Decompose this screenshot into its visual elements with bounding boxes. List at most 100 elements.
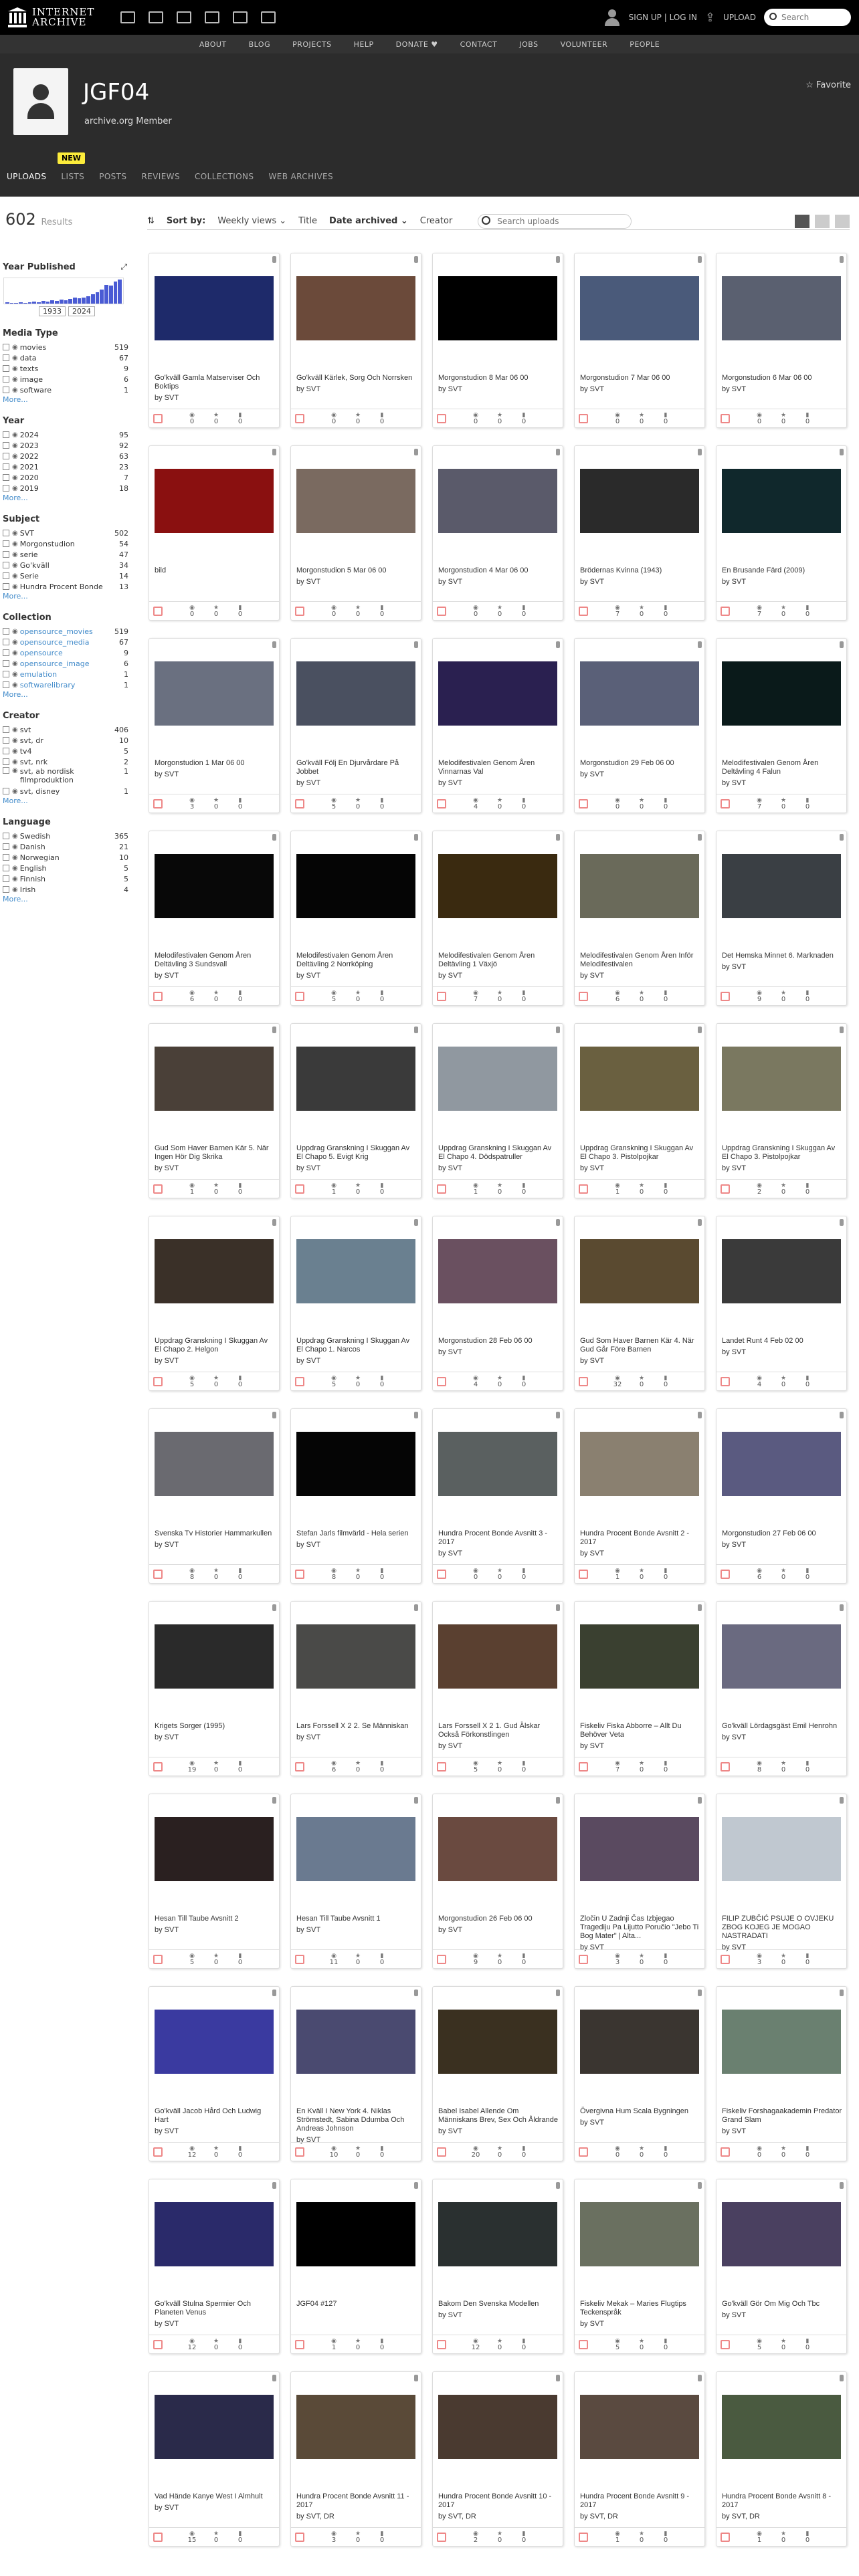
- item-tile[interactable]: Morgonstudion 6 Mar 06 00 by SVT ◉ 0 ★ 0 ▮ 0: [716, 253, 847, 428]
- internet-archive-logo[interactable]: INTERNET ARCHIVE: [8, 7, 108, 27]
- item-thumbnail[interactable]: [722, 1817, 841, 1881]
- item-thumbnail[interactable]: [296, 1047, 415, 1111]
- item-title[interactable]: Melodifestivalen Genom Åren Inför Melodi…: [580, 952, 700, 969]
- video-icon[interactable]: [177, 11, 191, 23]
- item-title[interactable]: Melodifestivalen Genom Åren Vinnarnas Va…: [438, 759, 559, 776]
- favorite-button[interactable]: ☆ Favorite: [805, 80, 851, 90]
- item-thumbnail[interactable]: [438, 1817, 557, 1881]
- facet-row[interactable]: ◉ 2021 23: [0, 461, 134, 472]
- item-thumbnail[interactable]: [722, 854, 841, 918]
- facet-row[interactable]: ◉ serie 47: [0, 549, 134, 560]
- item-tile[interactable]: Morgonstudion 5 Mar 06 00 by SVT ◉ 0 ★ 0 ▮ 0: [290, 445, 421, 621]
- facet-label[interactable]: tv4: [20, 747, 107, 756]
- item-tile[interactable]: Uppdrag Granskning I Skuggan Av El Chapo…: [290, 1023, 421, 1198]
- facet-label[interactable]: Morgonstudion: [20, 540, 107, 548]
- item-title[interactable]: Brödernas Kvinna (1943): [580, 566, 700, 575]
- item-thumbnail[interactable]: [722, 2010, 841, 2074]
- item-thumbnail[interactable]: [296, 2010, 415, 2074]
- year-histogram[interactable]: [3, 278, 124, 304]
- item-title[interactable]: Hesan Till Taube Avsnitt 2: [155, 1915, 275, 1923]
- tab-lists[interactable]: LISTS: [61, 172, 84, 181]
- hide-icon[interactable]: ◉: [12, 583, 18, 591]
- item-tile[interactable]: Gud Som Haver Barnen Kär 5. När Ingen Hö…: [149, 1023, 280, 1198]
- item-title[interactable]: Krigets Sorger (1995): [155, 1722, 275, 1731]
- item-title[interactable]: Lars Forssell X 2 1. Gud Älskar Också Fö…: [438, 1722, 559, 1739]
- item-title[interactable]: Go'kväll Kärlek, Sorg Och Norrsken: [296, 374, 417, 383]
- item-title[interactable]: Gud Som Haver Barnen Kär 4. När Gud Går …: [580, 1337, 700, 1354]
- item-tile[interactable]: Vad Hände Kanye West I Almhult by SVT ◉ 15 ★…: [149, 2371, 280, 2547]
- facet-checkbox[interactable]: [3, 649, 9, 656]
- item-title[interactable]: Morgonstudion 26 Feb 06 00: [438, 1915, 559, 1923]
- facet-checkbox[interactable]: [3, 671, 9, 677]
- facet-checkbox[interactable]: [3, 660, 9, 667]
- item-title[interactable]: Fiskeliv Fiska Abborre – Allt Du Behöver…: [580, 1722, 700, 1739]
- facet-checkbox[interactable]: [3, 875, 9, 882]
- item-tile[interactable]: Morgonstudion 29 Feb 06 00 by SVT ◉ 0 ★ 0 ▮ 0: [574, 638, 705, 813]
- facet-row[interactable]: ◉ opensource_movies 519: [0, 626, 134, 637]
- hide-icon[interactable]: ◉: [12, 628, 18, 635]
- item-title[interactable]: Uppdrag Granskning I Skuggan Av El Chapo…: [155, 1337, 275, 1354]
- item-thumbnail[interactable]: [580, 1624, 699, 1689]
- item-tile[interactable]: Fiskeliv Mekak – Maries Flugtips Teckens…: [574, 2179, 705, 2354]
- hide-icon[interactable]: ◉: [12, 788, 18, 795]
- hide-icon[interactable]: ◉: [12, 562, 18, 569]
- facet-row[interactable]: ◉ Finnish 5: [0, 873, 134, 884]
- item-title[interactable]: JGF04 #127: [296, 2300, 417, 2309]
- hide-icon[interactable]: ◉: [12, 344, 18, 351]
- item-title[interactable]: En Brusande Färd (2009): [722, 566, 842, 575]
- item-title[interactable]: Babel Isabel Allende Om Människans Brev,…: [438, 2107, 559, 2125]
- facet-label[interactable]: software: [20, 386, 107, 395]
- item-tile[interactable]: Melodifestivalen Genom Åren Deltävling 1…: [432, 831, 563, 1006]
- facet-row[interactable]: ◉ Morgonstudion 54: [0, 538, 134, 549]
- item-thumbnail[interactable]: [438, 854, 557, 918]
- facet-label[interactable]: opensource_image: [20, 659, 107, 668]
- facet-label[interactable]: 2019: [20, 484, 107, 493]
- item-tile[interactable]: Melodifestivalen Genom Åren Deltävling 3…: [149, 831, 280, 1006]
- item-thumbnail[interactable]: [155, 2395, 274, 2459]
- item-thumbnail[interactable]: [722, 1432, 841, 1496]
- hide-icon[interactable]: ◉: [12, 748, 18, 755]
- item-title[interactable]: Hundra Procent Bonde Avsnitt 10 - 2017: [438, 2492, 559, 2510]
- hide-icon[interactable]: ◉: [12, 758, 18, 766]
- nav-help[interactable]: HELP: [354, 40, 374, 49]
- hide-icon[interactable]: ◉: [12, 886, 18, 893]
- item-thumbnail[interactable]: [438, 1432, 557, 1496]
- item-tile[interactable]: Go'kväll Lördagsgäst Emil Henrohn by SVT ◉…: [716, 1601, 847, 1776]
- item-tile[interactable]: Hundra Procent Bonde Avsnitt 11 - 2017 by…: [290, 2371, 421, 2547]
- sort-creator[interactable]: Creator: [420, 216, 453, 226]
- item-title[interactable]: Landet Runt 4 Feb 02 00: [722, 1337, 842, 1346]
- item-tile[interactable]: bild ◉ 0 ★ 0 ▮ 0: [149, 445, 280, 621]
- item-title[interactable]: Vad Hände Kanye West I Almhult: [155, 2492, 275, 2501]
- facet-checkbox[interactable]: [3, 583, 9, 590]
- facet-checkbox[interactable]: [3, 833, 9, 839]
- item-title[interactable]: Morgonstudion 5 Mar 06 00: [296, 566, 417, 575]
- facet-label[interactable]: data: [20, 354, 107, 362]
- signup-login-link[interactable]: SIGN UP | LOG IN: [629, 13, 697, 22]
- facet-more-link[interactable]: More...: [0, 395, 134, 404]
- item-tile[interactable]: Go'kväll Stulna Spermier Och Planeten Ve…: [149, 2179, 280, 2354]
- year-from-input[interactable]: 1933: [39, 306, 66, 316]
- item-thumbnail[interactable]: [722, 276, 841, 340]
- item-tile[interactable]: Hundra Procent Bonde Avsnitt 9 - 2017 by …: [574, 2371, 705, 2547]
- facet-label[interactable]: emulation: [20, 670, 107, 679]
- item-tile[interactable]: Fiskeliv Fiska Abborre – Allt Du Behöver…: [574, 1601, 705, 1776]
- search-uploads-input[interactable]: [478, 213, 632, 229]
- item-title[interactable]: Hundra Procent Bonde Avsnitt 8 - 2017: [722, 2492, 842, 2510]
- facet-row[interactable]: ◉ opensource_image 6: [0, 658, 134, 669]
- item-title[interactable]: Go'kväll Följ En Djurvårdare På Jobbet: [296, 759, 417, 776]
- item-thumbnail[interactable]: [155, 1624, 274, 1689]
- item-thumbnail[interactable]: [155, 469, 274, 533]
- item-title[interactable]: Morgonstudion 4 Mar 06 00: [438, 566, 559, 575]
- item-tile[interactable]: Morgonstudion 4 Mar 06 00 by SVT ◉ 0 ★ 0 ▮ 0: [432, 445, 563, 621]
- hide-icon[interactable]: ◉: [12, 551, 18, 558]
- facet-label[interactable]: opensource: [20, 649, 107, 657]
- item-thumbnail[interactable]: [580, 276, 699, 340]
- item-tile[interactable]: Morgonstudion 8 Mar 06 00 by SVT ◉ 0 ★ 0 ▮ 0: [432, 253, 563, 428]
- item-title[interactable]: Melodifestivalen Genom Åren Deltävling 2…: [296, 952, 417, 969]
- item-title[interactable]: Det Hemska Minnet 6. Marknaden: [722, 952, 842, 960]
- item-tile[interactable]: Uppdrag Granskning I Skuggan Av El Chapo…: [574, 1023, 705, 1198]
- facet-row[interactable]: ◉ emulation 1: [0, 669, 134, 679]
- facet-checkbox[interactable]: [3, 376, 9, 383]
- item-thumbnail[interactable]: [722, 2395, 841, 2459]
- facet-label[interactable]: svt, disney: [20, 787, 107, 796]
